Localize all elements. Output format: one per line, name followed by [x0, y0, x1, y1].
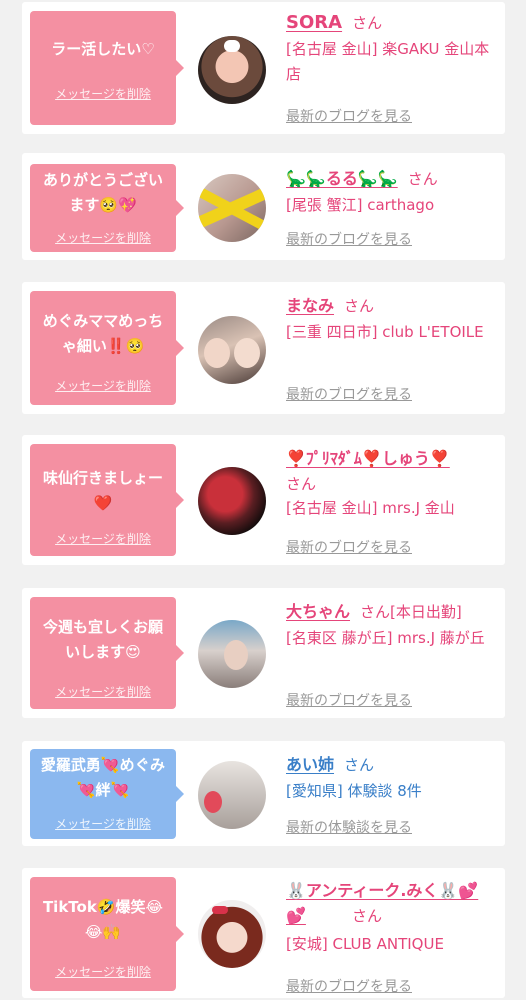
message-card: 愛羅武勇💘めぐみ💘絆💘 メッセージを削除 あい姉 さん [愛知県] 体験談 8件 … — [22, 741, 505, 846]
delete-message-link[interactable]: メッセージを削除 — [30, 85, 176, 102]
honorific: さん — [352, 907, 383, 925]
honorific: さん[本日出勤] — [360, 603, 462, 621]
avatar[interactable] — [198, 761, 266, 829]
delete-message-link[interactable]: メッセージを削除 — [30, 815, 176, 832]
honorific: さん — [286, 475, 317, 493]
message-card: ラー活したい♡ メッセージを削除 SORA さん [名古屋 金山] 楽GAKU 金… — [22, 2, 505, 134]
message-bubble: ありがとうございます🥺💖 メッセージを削除 — [30, 164, 184, 252]
avatar[interactable] — [198, 174, 266, 242]
user-info: 🐰アンティーク.みく🐰💕💕 さん [安城] CLUB ANTIQUE 最新のブログ… — [286, 878, 496, 995]
message-text: 味仙行きましょー❤️ — [42, 469, 163, 512]
user-info: 🦕🦕るる🦕🦕 さん [尾張 蟹江] carthago 最新のブログを見る — [286, 165, 496, 248]
avatar[interactable] — [198, 467, 266, 535]
user-name-link[interactable]: あい姉 — [286, 755, 334, 774]
user-name-link[interactable]: ❣️ﾌﾟﾘﾏﾀﾞﾑ❣️しゅう❣️ — [286, 449, 450, 468]
avatar-face — [224, 640, 248, 670]
message-card: 今週も宜しくお願いします😍 メッセージを削除 大ちゃん さん[本日出勤] [名東区… — [22, 588, 505, 718]
message-text: めぐみママめっちゃ細い‼️🥺 — [42, 312, 164, 355]
message-bubble: 今週も宜しくお願いします😍 メッセージを削除 — [30, 597, 184, 709]
message-card: TikTok🤣爆笑😂😂🙌 メッセージを削除 🐰アンティーク.みく🐰💕💕 さん [安… — [22, 868, 505, 998]
delete-message-link[interactable]: メッセージを削除 — [30, 229, 176, 246]
shop-name: [三重 四日市] club L'ETOILE — [286, 323, 484, 341]
user-info: SORA さん [名古屋 金山] 楽GAKU 金山本店 最新のブログを見る — [286, 12, 496, 125]
latest-blog-link[interactable]: 最新のブログを見る — [286, 690, 412, 710]
avatar-figure — [204, 791, 222, 813]
user-name-link[interactable]: SORA — [286, 12, 342, 33]
shop-name: [愛知県] 体験談 8件 — [286, 782, 422, 800]
message-bubble: TikTok🤣爆笑😂😂🙌 メッセージを削除 — [30, 877, 184, 991]
message-text: ラー活したい♡ — [51, 40, 155, 58]
delete-message-link[interactable]: メッセージを削除 — [30, 377, 176, 394]
message-bubble: 味仙行きましょー❤️ メッセージを削除 — [30, 444, 184, 556]
latest-blog-link[interactable]: 最新のブログを見る — [286, 537, 412, 557]
avatar[interactable] — [198, 620, 266, 688]
latest-blog-link[interactable]: 最新のブログを見る — [286, 384, 412, 404]
user-info: まなみ さん [三重 四日市] club L'ETOILE 最新のブログを見る — [286, 292, 496, 403]
latest-blog-link[interactable]: 最新のブログを見る — [286, 976, 412, 996]
shop-name: [名古屋 金山] 楽GAKU 金山本店 — [286, 40, 490, 83]
avatar-sticker — [224, 40, 240, 52]
delete-message-link[interactable]: メッセージを削除 — [30, 530, 176, 547]
honorific: さん — [344, 297, 375, 315]
shop-name: [安城] CLUB ANTIQUE — [286, 935, 444, 953]
avatar[interactable] — [198, 36, 266, 104]
shop-name: [名東区 藤が丘] mrs.J 藤が丘 — [286, 629, 485, 647]
delete-message-link[interactable]: メッセージを削除 — [30, 963, 176, 980]
message-card: めぐみママめっちゃ細い‼️🥺 メッセージを削除 まなみ さん [三重 四日市] c… — [22, 282, 505, 414]
honorific: さん — [352, 14, 383, 32]
avatar-face — [234, 338, 260, 368]
shop-name: [尾張 蟹江] carthago — [286, 196, 435, 214]
latest-review-link[interactable]: 最新の体験談を見る — [286, 817, 412, 837]
avatar[interactable] — [198, 900, 266, 968]
avatar[interactable] — [198, 316, 266, 384]
message-text: ありがとうございます🥺💖 — [42, 171, 163, 214]
message-text: 愛羅武勇💘めぐみ💘絆💘 — [40, 756, 166, 799]
honorific: さん — [344, 756, 375, 774]
latest-blog-link[interactable]: 最新のブログを見る — [286, 106, 412, 126]
message-text: 今週も宜しくお願いします😍 — [42, 618, 163, 661]
message-list: ラー活したい♡ メッセージを削除 SORA さん [名古屋 金山] 楽GAKU 金… — [0, 0, 526, 1000]
user-name-link[interactable]: 🦕🦕るる🦕🦕 — [286, 169, 398, 188]
delete-message-link[interactable]: メッセージを削除 — [30, 683, 176, 700]
user-name-link[interactable]: 大ちゃん — [286, 602, 350, 621]
user-info: あい姉 さん [愛知県] 体験談 8件 最新の体験談を見る — [286, 751, 496, 836]
user-name-link[interactable]: まなみ — [286, 296, 334, 315]
message-card: 味仙行きましょー❤️ メッセージを削除 ❣️ﾌﾟﾘﾏﾀﾞﾑ❣️しゅう❣️ さん [… — [22, 435, 505, 565]
message-text: TikTok🤣爆笑😂😂🙌 — [42, 898, 164, 941]
latest-blog-link[interactable]: 最新のブログを見る — [286, 229, 412, 249]
avatar-face — [204, 338, 230, 368]
message-bubble: ラー活したい♡ メッセージを削除 — [30, 11, 184, 125]
honorific: さん — [407, 170, 438, 188]
user-info: ❣️ﾌﾟﾘﾏﾀﾞﾑ❣️しゅう❣️ さん [名古屋 金山] mrs.J 金山 最新の… — [286, 445, 496, 556]
user-info: 大ちゃん さん[本日出勤] [名東区 藤が丘] mrs.J 藤が丘 最新のブログを… — [286, 598, 496, 709]
user-name-link[interactable]: 🐰アンティーク.みく🐰💕💕 — [286, 878, 486, 928]
avatar-bow — [212, 906, 228, 914]
message-bubble: めぐみママめっちゃ細い‼️🥺 メッセージを削除 — [30, 291, 184, 405]
message-card: ありがとうございます🥺💖 メッセージを削除 🦕🦕るる🦕🦕 さん [尾張 蟹江] c… — [22, 153, 505, 260]
shop-name: [名古屋 金山] mrs.J 金山 — [286, 499, 455, 517]
message-bubble: 愛羅武勇💘めぐみ💘絆💘 メッセージを削除 — [30, 749, 184, 839]
